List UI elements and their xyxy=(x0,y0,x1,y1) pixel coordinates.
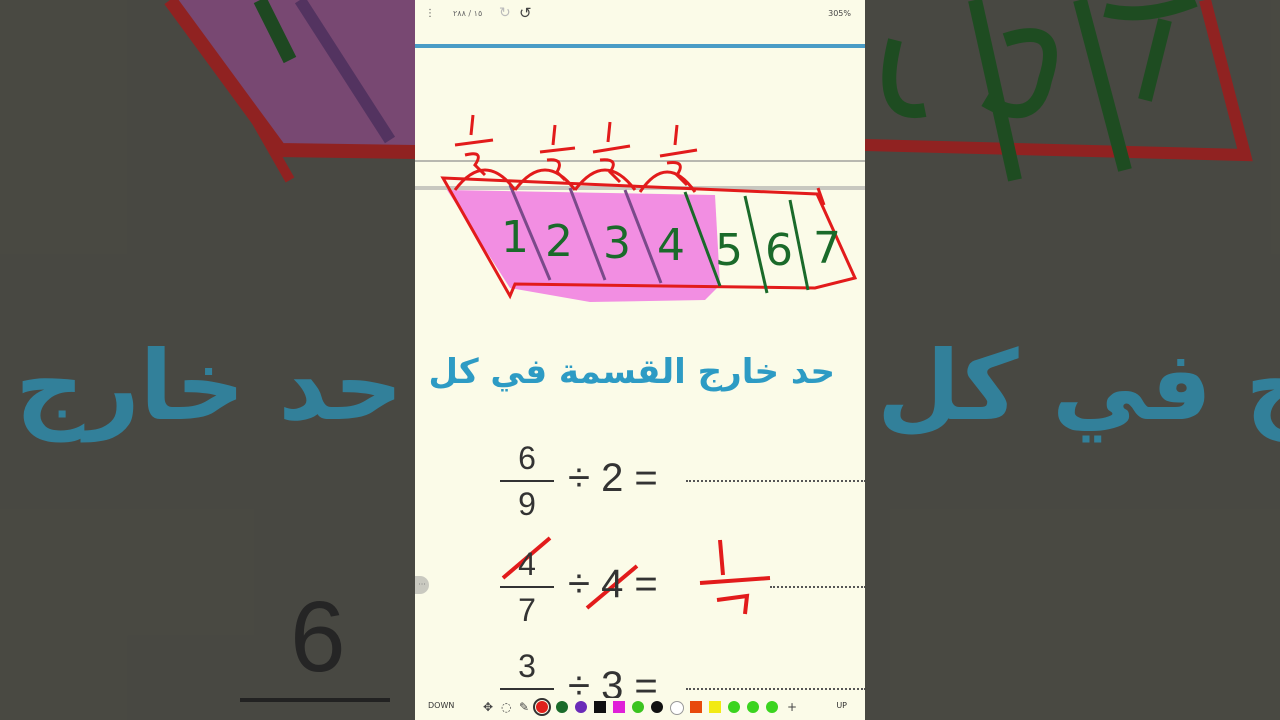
move-icon[interactable]: ✥ xyxy=(483,700,493,714)
equation-2: 4 7 ÷ 4 = xyxy=(500,546,865,628)
scroll-down-button[interactable]: DOWN xyxy=(428,701,454,710)
color-swatch[interactable] xyxy=(709,701,721,713)
equation-1: 6 9 ÷ 2 = xyxy=(500,440,865,522)
add-color-button[interactable]: + xyxy=(787,700,797,714)
lasso-icon[interactable]: ◌ xyxy=(501,700,511,714)
box-number-3: 3 xyxy=(603,218,631,269)
fraction-3: 3 xyxy=(500,648,554,694)
scroll-up-button[interactable]: UP xyxy=(836,701,847,710)
color-swatch[interactable] xyxy=(728,701,740,713)
color-swatch[interactable] xyxy=(613,701,625,713)
answer-line-1[interactable] xyxy=(686,480,865,482)
answer-line-3[interactable] xyxy=(686,688,865,690)
box-number-1: 1 xyxy=(501,212,529,263)
box-number-5: 5 xyxy=(715,225,743,276)
denominator-1: 9 xyxy=(518,486,536,522)
operation-1: ÷ 2 = xyxy=(568,456,658,500)
numerator-1: 6 xyxy=(518,440,536,476)
left-blurred-background: حد خارج في كل 6 xyxy=(0,0,415,720)
right-blurred-background: حد خارج في كل xyxy=(865,0,1280,720)
operation-2: ÷ 4 = xyxy=(568,562,658,606)
color-swatch[interactable] xyxy=(690,701,702,713)
fraction-bar-1 xyxy=(500,480,554,482)
box-number-2: 2 xyxy=(545,216,573,267)
box-number-4: 4 xyxy=(657,220,685,271)
drawing-toolbar: DOWN ✥ ◌ ✎ + UP xyxy=(415,698,865,720)
color-swatch[interactable] xyxy=(575,701,587,713)
color-swatch[interactable] xyxy=(670,701,684,715)
notebook-page[interactable]: ⋮ ١٥ / ٢٨٨ ↻ ↺ 305% 1 2 3 4 5 6 7 حد خار… xyxy=(415,0,865,720)
box-number-7: 7 xyxy=(813,223,841,274)
fraction-1: 6 9 xyxy=(500,440,554,522)
color-swatch[interactable] xyxy=(594,701,606,713)
left-blurred-digit: 6 xyxy=(290,581,346,693)
color-swatch[interactable] xyxy=(766,701,778,713)
answer-line-2[interactable] xyxy=(770,586,865,588)
box-number-6: 6 xyxy=(765,225,793,276)
fraction-bar-2 xyxy=(500,586,554,588)
color-swatch[interactable] xyxy=(747,701,759,713)
numerator-3: 3 xyxy=(518,648,536,684)
fraction-bar-3 xyxy=(500,688,554,690)
exercise-heading: حد خارج القسمة في كل xyxy=(428,352,835,392)
left-blurred-fraction-bar xyxy=(240,698,390,702)
numerator-2: 4 xyxy=(518,546,536,582)
fraction-2: 4 7 xyxy=(500,546,554,628)
color-swatch[interactable] xyxy=(632,701,644,713)
denominator-2: 7 xyxy=(518,592,536,628)
color-swatch[interactable] xyxy=(533,698,551,716)
color-swatch[interactable] xyxy=(556,701,568,713)
right-blurred-heading: حد خارج في كل xyxy=(877,330,1280,442)
color-swatch[interactable] xyxy=(651,701,663,713)
pen-icon[interactable]: ✎ xyxy=(519,700,529,714)
left-blurred-heading: حد خارج في كل xyxy=(0,330,403,442)
